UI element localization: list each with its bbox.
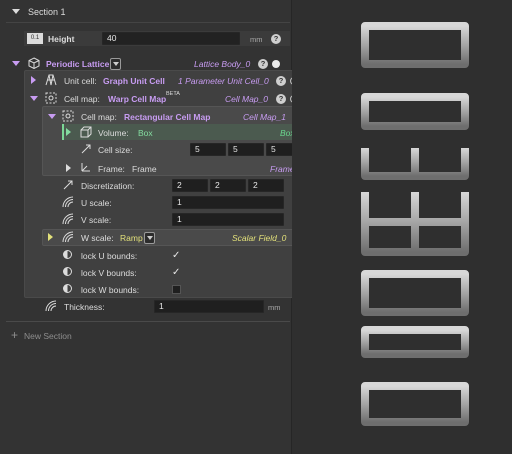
size-arrow-icon xyxy=(81,144,91,154)
lock-v-label: lock V bounds: xyxy=(81,268,137,278)
height-label: Height xyxy=(48,34,75,44)
w-scale-field-icon xyxy=(62,231,74,243)
unit-cell-value[interactable]: Graph Unit Cell xyxy=(103,76,165,86)
u-scale-input[interactable]: 1 xyxy=(172,196,284,209)
thickness-label: Thickness: xyxy=(64,302,105,312)
lattice-help-icon[interactable]: ? xyxy=(258,59,268,69)
cell-size-label: Cell size: xyxy=(98,145,133,155)
warp-map-value[interactable]: Warp Cell Map xyxy=(108,94,166,104)
properties-panel: Section 1 0.1 Height 40 mm ? Periodic La… xyxy=(0,0,320,454)
lock-v-checkbox[interactable]: ✓ xyxy=(172,268,181,278)
height-input[interactable]: 40 xyxy=(102,32,240,45)
v-scale-input[interactable]: 1 xyxy=(172,213,284,226)
section-divider xyxy=(6,22,290,23)
height-type-badge[interactable]: 0.1 xyxy=(27,33,43,44)
height-unit: mm xyxy=(250,35,263,44)
lattice-render[interactable] xyxy=(292,0,512,454)
lattice-label: Periodic Lattice xyxy=(46,59,110,69)
warp-map-badge: BETA xyxy=(166,91,180,97)
lattice-name[interactable]: Lattice Body_0 xyxy=(194,59,250,69)
rect-map-name[interactable]: Cell Map_1 xyxy=(243,112,286,122)
lattice-body-icon xyxy=(28,57,40,69)
frame-value[interactable]: Frame xyxy=(132,164,157,174)
rect-map-label: Cell map: xyxy=(81,112,117,122)
unit-cell-label: Unit cell: xyxy=(64,76,97,86)
v-scale-label: V scale: xyxy=(81,215,112,225)
w-scale-value[interactable]: Ramp xyxy=(120,233,143,243)
w-scale-expand-icon[interactable] xyxy=(48,233,53,241)
unit-cell-expand-icon[interactable] xyxy=(31,76,36,84)
chevron-down-icon xyxy=(147,236,153,240)
volume-value[interactable]: Box xyxy=(138,128,153,138)
warp-map-icon xyxy=(45,92,57,104)
volume-label: Volume: xyxy=(98,128,129,138)
warp-map-name[interactable]: Cell Map_0 xyxy=(225,94,268,104)
lock-v-halfcircle-icon xyxy=(63,267,72,276)
new-section-button[interactable]: New Section xyxy=(24,331,72,341)
discretization-label: Discretization: xyxy=(81,181,135,191)
box-icon xyxy=(80,126,92,138)
lock-u-label: lock U bounds: xyxy=(81,251,138,261)
plus-icon[interactable]: + xyxy=(11,329,18,341)
discretization-arrow-icon xyxy=(63,180,73,190)
lattice-dropdown[interactable] xyxy=(110,58,121,70)
lock-w-checkbox[interactable] xyxy=(172,285,181,294)
u-scale-field-icon xyxy=(62,196,74,208)
rect-map-value[interactable]: Rectangular Cell Map xyxy=(124,112,210,122)
discretization-w-input[interactable]: 2 xyxy=(248,179,284,192)
rect-map-expand-icon[interactable] xyxy=(48,114,56,119)
thickness-input[interactable]: 1 xyxy=(154,300,264,313)
lock-u-checkbox[interactable]: ✓ xyxy=(172,251,181,261)
frame-label: Frame: xyxy=(98,164,125,174)
discretization-u-input[interactable]: 2 xyxy=(172,179,208,192)
unit-cell-name[interactable]: 1 Parameter Unit Cell_0 xyxy=(178,76,269,86)
lock-w-halfcircle-icon xyxy=(63,284,72,293)
3d-viewport[interactable] xyxy=(292,0,512,454)
discretization-v-input[interactable]: 2 xyxy=(210,179,246,192)
thickness-field-icon xyxy=(45,300,57,312)
rect-map-icon xyxy=(62,110,74,122)
frame-axes-icon xyxy=(81,163,90,172)
w-scale-label: W scale: xyxy=(81,233,114,243)
thickness-unit: mm xyxy=(268,303,281,312)
w-scale-name[interactable]: Scalar Field_0 xyxy=(232,233,286,243)
warp-map-label: Cell map: xyxy=(64,94,100,104)
unit-cell-icon xyxy=(45,74,57,86)
volume-expand-icon[interactable] xyxy=(66,128,71,136)
lattice-expand-icon[interactable] xyxy=(12,61,20,66)
section-title: Section 1 xyxy=(28,7,66,17)
chevron-down-icon xyxy=(113,62,119,66)
warp-map-help-icon[interactable]: ? xyxy=(276,94,286,104)
collapse-arrow-icon[interactable] xyxy=(12,9,20,14)
lattice-visibility-dot[interactable] xyxy=(272,60,280,68)
height-help-icon[interactable]: ? xyxy=(271,34,281,44)
unit-cell-help-icon[interactable]: ? xyxy=(276,76,286,86)
lock-u-halfcircle-icon xyxy=(63,250,72,259)
w-scale-dropdown[interactable] xyxy=(144,232,155,244)
cell-size-x-input[interactable]: 5 xyxy=(190,143,226,156)
v-scale-field-icon xyxy=(62,213,74,225)
cell-size-y-input[interactable]: 5 xyxy=(228,143,264,156)
u-scale-label: U scale: xyxy=(81,198,112,208)
frame-expand-icon[interactable] xyxy=(66,164,71,172)
section-header[interactable]: Section 1 xyxy=(0,4,290,20)
lock-w-label: lock W bounds: xyxy=(81,285,140,295)
warp-map-expand-icon[interactable] xyxy=(30,96,38,101)
section-bottom-divider xyxy=(6,321,290,322)
